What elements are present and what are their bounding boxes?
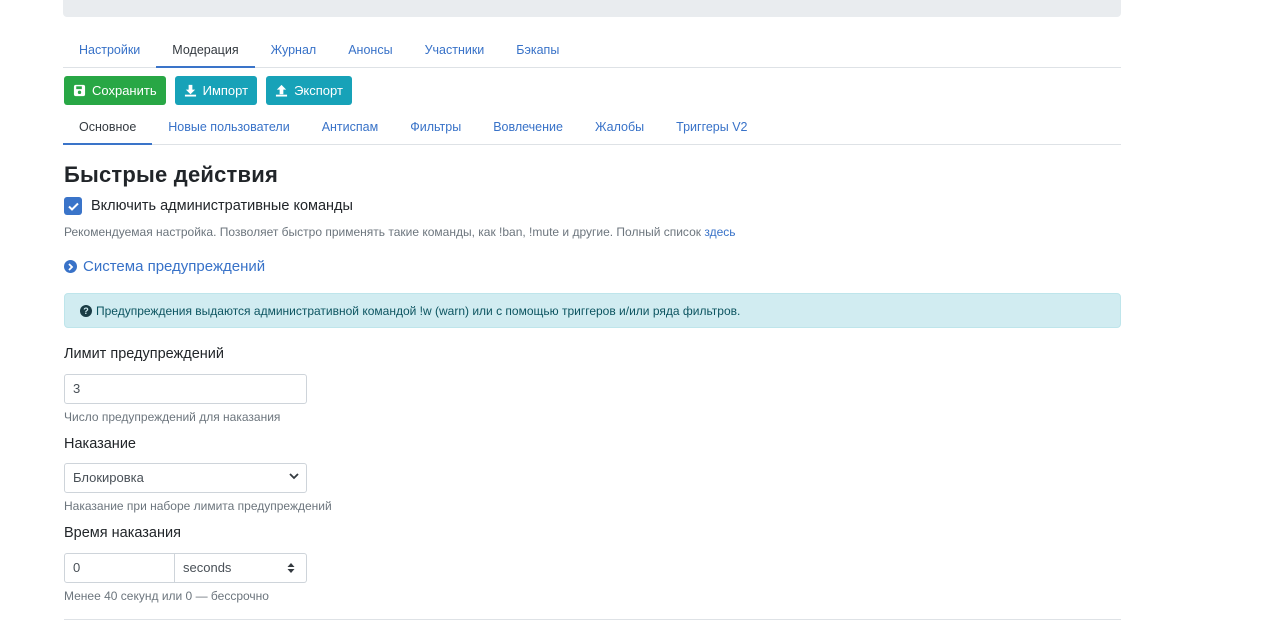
tab-general[interactable]: Основное — [63, 112, 153, 145]
tab-settings[interactable]: Настройки — [63, 35, 156, 68]
admin-commands-hint-text: Рекомендуемая настройка. Позволяет быстр… — [64, 225, 705, 239]
download-icon — [184, 84, 196, 97]
punishment-label: Наказание — [64, 436, 136, 452]
warning-system-label: Система предупреждений — [83, 258, 266, 275]
admin-commands-hint: Рекомендуемая настройка. Позволяет быстр… — [64, 225, 736, 239]
admin-commands-label[interactable]: Включить административные команды — [91, 198, 353, 214]
punishment-select[interactable]: Блокировка — [64, 463, 307, 493]
tab-triggers-v2[interactable]: Триггеры V2 — [660, 112, 763, 145]
save-button[interactable]: Сохранить — [64, 76, 166, 105]
warning-limit-label: Лимит предупреждений — [64, 346, 224, 362]
sort-arrows-icon — [287, 563, 295, 573]
tab-antispam[interactable]: Антиспам — [306, 112, 395, 145]
alert-text: Предупреждения выдаются административной… — [96, 303, 741, 318]
warning-limit-hint: Число предупреждений для наказания — [64, 410, 281, 424]
save-icon — [73, 84, 86, 97]
tab-complaints[interactable]: Жалобы — [579, 112, 660, 145]
punishment-hint: Наказание при наборе лимита предупрежден… — [64, 499, 332, 513]
question-circle-icon: ? — [80, 304, 92, 317]
tab-new-users[interactable]: Новые пользователи — [152, 112, 305, 145]
duration-unit-value: seconds — [183, 560, 232, 575]
tab-members[interactable]: Участники — [409, 35, 501, 68]
chevron-down-icon — [289, 473, 299, 480]
duration-hint: Менее 40 секунд или 0 — бессрочно — [64, 589, 269, 603]
quick-actions-heading: Быстрые действия — [64, 162, 279, 187]
duration-value-input[interactable]: 0 — [64, 553, 175, 583]
upload-icon — [275, 84, 288, 97]
top-breadcrumb-bar — [63, 0, 1121, 17]
save-button-label: Сохранить — [92, 83, 157, 98]
export-button-label: Экспорт — [294, 83, 343, 98]
import-button-label: Импорт — [202, 83, 249, 98]
tab-announcements[interactable]: Анонсы — [332, 35, 408, 68]
admin-commands-row: Включить административные команды — [64, 197, 353, 215]
export-button[interactable]: Экспорт — [266, 76, 352, 105]
import-button[interactable]: Импорт — [174, 76, 258, 105]
warning-limit-input[interactable]: 3 — [64, 374, 307, 404]
punishment-selected-value: Блокировка — [73, 470, 144, 485]
main-tabs: Настройки Модерация Журнал Анонсы Участн… — [63, 35, 1121, 68]
duration-unit-select[interactable]: seconds — [175, 553, 307, 583]
admin-commands-checkbox[interactable] — [64, 197, 82, 215]
chevron-right-circle-icon — [64, 260, 77, 273]
tab-journal[interactable]: Журнал — [255, 35, 333, 68]
tab-engagement[interactable]: Вовлечение — [477, 112, 579, 145]
sub-tabs: Основное Новые пользователи Антиспам Фил… — [63, 112, 1121, 145]
tab-filters[interactable]: Фильтры — [394, 112, 477, 145]
punishment-duration-group: 0 seconds — [64, 553, 307, 583]
tab-moderation[interactable]: Модерация — [156, 35, 255, 68]
warning-system-toggle[interactable]: Система предупреждений — [64, 258, 265, 275]
toolbar: Сохранить Импорт Экспорт — [64, 76, 352, 105]
command-list-link[interactable]: здесь — [704, 225, 735, 239]
punishment-duration-label: Время наказания — [64, 525, 181, 541]
warnings-info-alert: ? Предупреждения выдаются административн… — [64, 293, 1121, 328]
tab-backups[interactable]: Бэкапы — [500, 35, 575, 68]
checkmark-icon — [67, 202, 79, 211]
section-divider — [64, 619, 1121, 620]
